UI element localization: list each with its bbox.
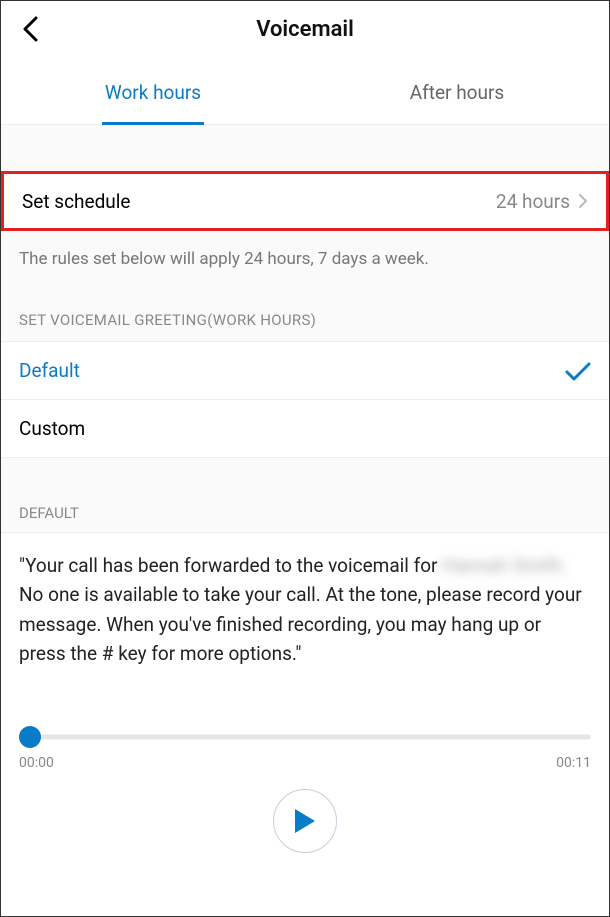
highlight-frame: Set schedule 24 hours <box>1 171 609 231</box>
page-title: Voicemail <box>17 17 593 42</box>
track-line <box>19 734 591 739</box>
voicemail-message-text: "Your call has been forwarded to the voi… <box>1 533 609 709</box>
set-schedule-value: 24 hours <box>496 190 570 213</box>
checkmark-icon <box>565 361 591 381</box>
redacted-name-1: Hannah <box>442 554 508 577</box>
play-icon <box>293 807 317 835</box>
greeting-section-header: SET VOICEMAIL GREETING(WORK HOURS) <box>1 287 609 342</box>
play-button[interactable] <box>273 789 337 853</box>
tabs: Work hours After hours <box>1 57 609 125</box>
spacer <box>1 125 609 171</box>
time-labels: 00:00 00:11 <box>19 755 591 771</box>
schedule-description: The rules set below will apply 24 hours,… <box>1 231 609 287</box>
message-part1: "Your call has been forwarded to the voi… <box>19 554 442 577</box>
tab-work-hours[interactable]: Work hours <box>1 57 305 124</box>
audio-player: 00:00 00:11 <box>1 727 609 853</box>
spacer-small <box>1 458 609 486</box>
play-button-wrap <box>19 789 591 853</box>
redacted-name-2: Smith. <box>513 554 567 577</box>
progress-thumb[interactable] <box>19 726 41 748</box>
header: Voicemail <box>1 1 609 57</box>
set-schedule-label: Set schedule <box>22 190 496 213</box>
greeting-default-label: Default <box>19 359 565 382</box>
progress-track[interactable] <box>19 727 591 747</box>
set-schedule-row[interactable]: Set schedule 24 hours <box>4 174 606 228</box>
greeting-custom-label: Custom <box>19 417 591 440</box>
time-total: 00:11 <box>556 755 591 771</box>
greeting-option-custom[interactable]: Custom <box>1 400 609 458</box>
default-playback-header: DEFAULT <box>1 486 609 533</box>
message-part2: No one is available to take your call. A… <box>19 583 582 665</box>
tab-after-hours[interactable]: After hours <box>305 57 609 124</box>
greeting-option-default[interactable]: Default <box>1 342 609 400</box>
time-current: 00:00 <box>19 755 54 771</box>
chevron-right-icon <box>578 193 588 209</box>
